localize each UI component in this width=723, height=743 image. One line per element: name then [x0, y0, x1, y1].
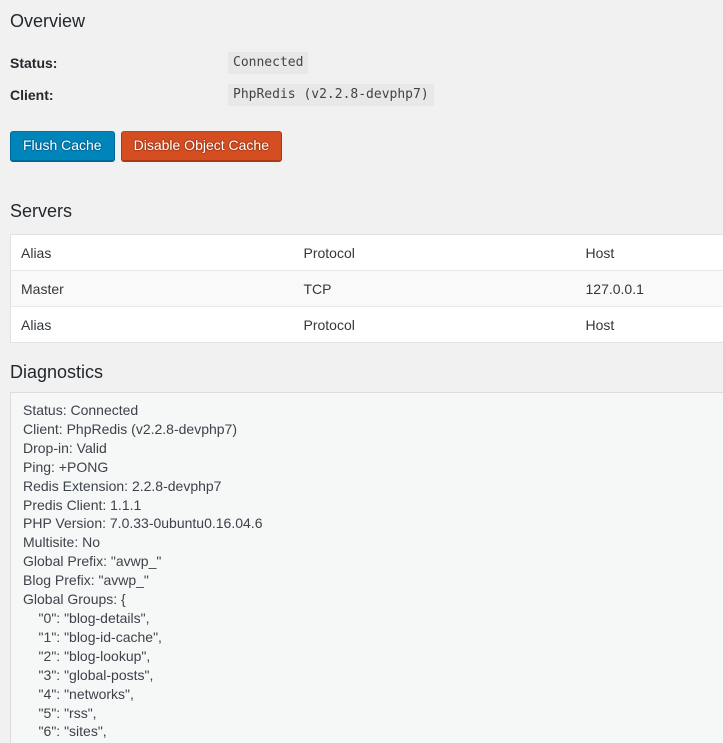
table-footer-row: Alias Protocol Host [10, 306, 723, 343]
overview-row-status: Status: Connected [0, 52, 723, 76]
overview-heading: Overview [10, 11, 86, 31]
diagnostics-output: Status: Connected Client: PhpRedis (v2.2… [23, 402, 263, 740]
admin-page: Overview Status: Connected Client: PhpRe… [0, 0, 723, 743]
diagnostics-heading: Diagnostics [10, 362, 104, 382]
cell-protocol: TCP [303, 280, 332, 297]
column-footer-protocol: Protocol [293, 306, 576, 343]
status-badge: Connected [228, 52, 309, 74]
column-footer-host: Host [575, 306, 723, 343]
client-value: PhpRedis (v2.2.8-devphp7) [228, 84, 434, 106]
table-row: Master TCP 127.0.0.1 [10, 270, 723, 307]
column-header-host: Host [575, 234, 723, 271]
table-header-row: Alias Protocol Host [10, 234, 723, 271]
status-label: Status: [10, 55, 58, 71]
column-header-alias: Alias [10, 234, 294, 271]
column-footer-alias: Alias [10, 306, 294, 343]
cell-host: 127.0.0.1 [585, 280, 644, 297]
client-label: Client: [10, 87, 54, 103]
flush-cache-button[interactable]: Flush Cache [10, 131, 115, 161]
servers-table: Alias Protocol Host Master TCP 127.0.0.1… [10, 234, 723, 343]
overview-row-client: Client: PhpRedis (v2.2.8-devphp7) [0, 84, 723, 108]
servers-heading: Servers [10, 201, 73, 221]
status-value: Connected [228, 52, 309, 74]
diagnostics-panel[interactable]: Status: Connected Client: PhpRedis (v2.2… [10, 392, 723, 743]
client-badge: PhpRedis (v2.2.8-devphp7) [228, 84, 434, 106]
servers-table-foot: Alias Protocol Host [10, 306, 723, 343]
column-header-protocol: Protocol [293, 234, 576, 271]
disable-object-cache-button[interactable]: Disable Object Cache [120, 131, 282, 161]
overview-actions: Flush Cache Disable Object Cache [10, 131, 282, 161]
servers-table-body: Master TCP 127.0.0.1 [10, 270, 723, 307]
servers-table-head: Alias Protocol Host [10, 234, 723, 271]
cell-alias: Master [21, 280, 64, 297]
